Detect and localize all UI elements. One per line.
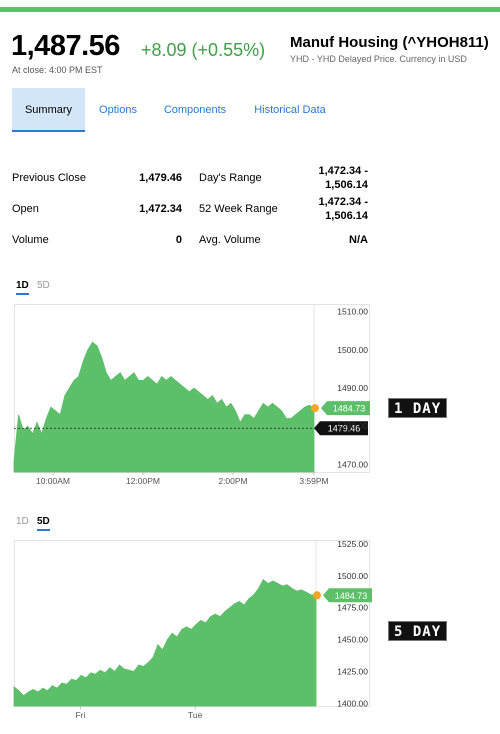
instrument-name: Manuf Housing (^YHOH811) xyxy=(290,34,489,51)
stat-label: Open xyxy=(12,203,39,215)
y-tick-label: 1400.00 xyxy=(337,698,368,708)
x-tick-label: 3:59PM xyxy=(299,476,328,486)
stat-value: 1,479.46 xyxy=(139,172,182,184)
stat-value: 1,472.34 - 1,506.14 xyxy=(318,196,368,222)
instrument-subtitle: YHD - YHD Delayed Price. Currency in USD xyxy=(290,54,467,64)
x-tick-label: Fri xyxy=(75,710,85,720)
intraday-chart-svg: 1479.461510.001500.001490.001480.001470.… xyxy=(13,304,370,486)
x-tick-label: 2:00PM xyxy=(218,476,247,486)
y-tick-label: 1425.00 xyxy=(337,667,368,677)
five-day-chart-svg: 1525.00 1500.00 1475.00 1450.00 1425.00 1400.… xyxy=(13,539,372,720)
chart-range-tabs: 1D 5D xyxy=(16,516,76,532)
quote-tabs: Summary Options Components Historical Da… xyxy=(12,88,352,132)
x-tick-label: 12:00PM xyxy=(126,476,160,486)
price-area xyxy=(13,578,317,707)
price-area xyxy=(13,341,315,473)
stat-label: Avg. Volume xyxy=(199,234,261,246)
current-price-tag: 1484.73 xyxy=(323,588,372,603)
stats-row: Volume 0 Avg. Volume N/A xyxy=(12,225,372,255)
y-tick-label: 1525.00 xyxy=(337,539,368,549)
quote-change: +8.09 (+0.55%) xyxy=(141,40,266,60)
current-price-label: 1484.73 xyxy=(333,404,366,414)
y-tick-label: 1450.00 xyxy=(337,635,368,645)
one-day-label: 1 DAY xyxy=(388,398,448,418)
current-price-label: 1484.73 xyxy=(335,591,368,601)
tab-historical-data[interactable]: Historical Data xyxy=(249,88,331,132)
tab-components[interactable]: Components xyxy=(158,88,232,132)
tab-summary[interactable]: Summary xyxy=(12,88,85,132)
stats-row: Previous Close 1,479.46 Day's Range 1,47… xyxy=(12,163,372,193)
x-tick-label: 10:00AM xyxy=(36,476,70,486)
stat-value: 1,472.34 xyxy=(139,203,182,215)
tab-options[interactable]: Options xyxy=(90,88,146,132)
y-tick-label: 1475.00 xyxy=(337,603,368,613)
stats-row: Open 1,472.34 52 Week Range 1,472.34 - 1… xyxy=(12,194,372,224)
stat-label: Day's Range xyxy=(199,172,262,184)
top-accent-bar xyxy=(0,7,500,12)
range-1d-tab[interactable]: 1D xyxy=(16,516,29,527)
y-tick-label: 1500.00 xyxy=(337,345,368,355)
five-day-chart[interactable]: 1525.00 1500.00 1475.00 1450.00 1425.00 1400.… xyxy=(13,539,372,722)
stat-label: 52 Week Range xyxy=(199,203,278,215)
y-tick-label: 1480.00 xyxy=(337,421,368,431)
y-tick-label: 1510.00 xyxy=(337,307,368,317)
stat-label: Previous Close xyxy=(12,172,86,184)
current-price-dot xyxy=(313,591,321,600)
quote-price: 1,487.56 xyxy=(11,30,120,62)
five-day-label: 5 DAY xyxy=(388,621,448,641)
y-tick-label: 1490.00 xyxy=(337,383,368,393)
stat-value: 0 xyxy=(175,234,182,246)
x-tick-label: Tue xyxy=(188,710,203,720)
current-price-dot xyxy=(311,404,319,413)
stat-value: N/A xyxy=(349,234,368,246)
stat-label: Volume xyxy=(12,234,49,246)
current-price-tag: 1484.73 xyxy=(321,401,370,416)
chart-range-tabs: 1D 5D xyxy=(16,280,76,296)
close-time: At close: 4:00 PM EST xyxy=(12,65,103,75)
intraday-chart[interactable]: 1479.46 1510.00 1500.00 1490.00 1480.00 1470.… xyxy=(13,304,370,488)
range-5d-tab[interactable]: 5D xyxy=(37,280,50,291)
range-1d-tab[interactable]: 1D xyxy=(16,280,29,295)
range-5d-tab[interactable]: 5D xyxy=(37,516,50,531)
y-tick-label: 1470.00 xyxy=(337,459,368,469)
y-tick-label: 1500.00 xyxy=(337,571,368,581)
stat-value: 1,472.34 - 1,506.14 xyxy=(318,165,368,191)
